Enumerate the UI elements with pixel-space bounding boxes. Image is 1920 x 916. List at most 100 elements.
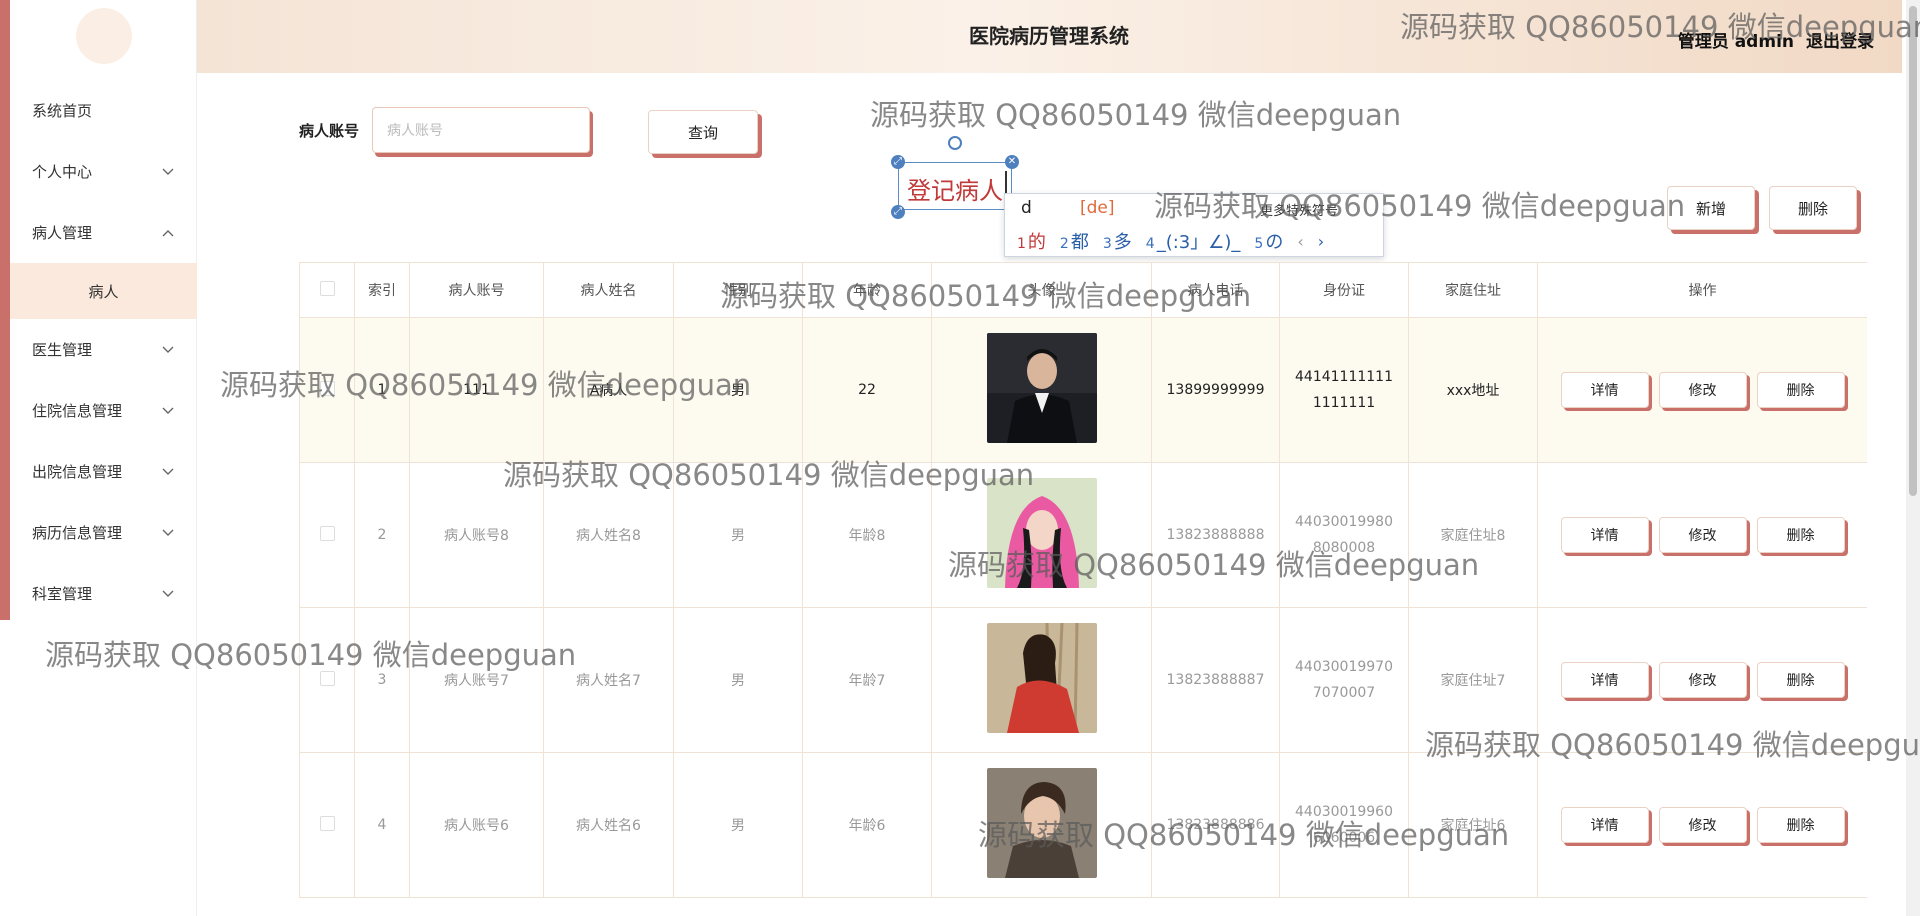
top-header: 医院病历管理系统 管理员 admin 退出登录: [197, 0, 1902, 73]
detail-button[interactable]: 详情: [1560, 517, 1649, 553]
patient-photo[interactable]: [986, 333, 1097, 443]
query-button[interactable]: 查询: [648, 110, 758, 154]
batch-delete-button[interactable]: 删除: [1769, 186, 1857, 230]
column-header[interactable]: 病人账号: [409, 262, 544, 318]
edit-button[interactable]: 修改: [1658, 372, 1747, 408]
patient-table: 索引 病人账号 病人姓名 性别 年龄 头像 病人电话 身份证 家庭住址 操作 1…: [299, 262, 1867, 916]
edit-button[interactable]: 修改: [1658, 517, 1747, 553]
ime-candidate[interactable]: 2都: [1060, 228, 1089, 254]
table-row[interactable]: 1 111 A病人 男 22 13899999999 44141111111 1…: [299, 317, 1867, 463]
edit-button[interactable]: 修改: [1658, 662, 1747, 698]
ime-pinyin: [de]: [1080, 198, 1115, 218]
patient-photo[interactable]: [986, 768, 1097, 878]
cell-phone: 13823888888: [1151, 462, 1280, 608]
cell-age: 22: [802, 317, 932, 463]
ime-next-icon[interactable]: ›: [1318, 232, 1324, 251]
sidebar-menu: 系统首页 个人中心 病人管理 病人 医生管理 住院信息管理 出院信息管理 病历信…: [10, 80, 197, 624]
cell-address: 家庭住址8: [1408, 462, 1538, 608]
table-row[interactable]: 4 病人账号6 病人姓名6 男 年龄6 13823888886 44030019…: [299, 752, 1867, 898]
scrollbar-thumb[interactable]: [1909, 6, 1917, 496]
ime-candidate[interactable]: 5の: [1254, 228, 1283, 254]
ime-prev-icon[interactable]: ‹: [1297, 232, 1303, 251]
cell-address: xxx地址: [1408, 317, 1538, 463]
patient-photo[interactable]: [986, 623, 1097, 733]
cell-gender: 男: [673, 317, 803, 463]
sidebar-item-label: 出院信息管理: [32, 463, 123, 481]
delete-button[interactable]: 删除: [1756, 807, 1845, 843]
select-all-checkbox[interactable]: [319, 280, 335, 296]
detail-button[interactable]: 详情: [1560, 662, 1649, 698]
column-header[interactable]: 病人电话: [1151, 262, 1280, 318]
chevron-down-icon: [161, 404, 175, 418]
row-checkbox[interactable]: [319, 525, 335, 541]
close-handle-icon[interactable]: ✕: [1005, 155, 1019, 169]
sidebar-item-inpatient-info[interactable]: 住院信息管理: [10, 380, 197, 441]
row-checkbox[interactable]: [319, 815, 335, 831]
register-patient-textbox[interactable]: 登记病人: [898, 162, 1012, 210]
ime-candidate[interactable]: 1的: [1017, 228, 1046, 254]
select-all-cell: [299, 262, 355, 318]
ime-more-symbols[interactable]: 更多特殊符号: [1260, 200, 1338, 219]
cell-photo: [931, 752, 1152, 898]
sidebar-item-patient-management[interactable]: 病人管理: [10, 202, 197, 263]
row-checkbox[interactable]: [319, 380, 335, 396]
cell-index: 1: [354, 317, 410, 463]
detail-button[interactable]: 详情: [1560, 807, 1649, 843]
sidebar-subitem-patient[interactable]: 病人: [10, 263, 197, 319]
cell-id-card: 44030019980 8080008: [1279, 462, 1409, 608]
cell-index: 3: [354, 607, 410, 753]
delete-button[interactable]: 删除: [1756, 372, 1845, 408]
cell-phone: 13823888887: [1151, 607, 1280, 753]
edit-button[interactable]: 修改: [1658, 807, 1747, 843]
rotate-handle-icon[interactable]: [948, 136, 962, 150]
table-row[interactable]: 2 病人账号8 病人姓名8 男 年龄8 13823888888 44030019…: [299, 462, 1867, 608]
sidebar-item-medical-record[interactable]: 病历信息管理: [10, 502, 197, 563]
search-input[interactable]: [372, 107, 590, 153]
column-header[interactable]: 家庭住址: [1408, 262, 1538, 318]
cell-account: 病人账号6: [409, 752, 544, 898]
cell-id-card: 44141111111 1111111: [1279, 317, 1409, 463]
chevron-down-icon: [161, 587, 175, 601]
sidebar-item-department[interactable]: 科室管理: [10, 563, 197, 624]
cell-actions: 详情 修改 删除: [1537, 752, 1867, 898]
chevron-down-icon: [161, 165, 175, 179]
column-header[interactable]: 病人姓名: [543, 262, 674, 318]
cell-address: 家庭住址6: [1408, 752, 1538, 898]
sidebar-item-discharge-info[interactable]: 出院信息管理: [10, 441, 197, 502]
detail-button[interactable]: 详情: [1560, 372, 1649, 408]
column-header[interactable]: 年龄: [802, 262, 932, 318]
page-title: 医院病历管理系统: [969, 24, 1129, 48]
cell-index: 2: [354, 462, 410, 608]
sidebar-item-home[interactable]: 系统首页: [10, 80, 197, 141]
sidebar-item-label: 病历信息管理: [32, 524, 123, 542]
cell-gender: 男: [673, 462, 803, 608]
page-scrollbar[interactable]: [1906, 0, 1920, 916]
resize-handle-icon[interactable]: ⤢: [891, 205, 905, 219]
column-header[interactable]: 身份证: [1279, 262, 1409, 318]
column-header[interactable]: 头像: [931, 262, 1152, 318]
ime-candidate[interactable]: 4 _(:3」∠)_: [1146, 228, 1241, 254]
row-checkbox[interactable]: [319, 670, 335, 686]
cell-phone: 13899999999: [1151, 317, 1280, 463]
ime-candidate[interactable]: 3多: [1103, 228, 1132, 254]
column-header[interactable]: 索引: [354, 262, 410, 318]
cell-index: 4: [354, 752, 410, 898]
delete-button[interactable]: 删除: [1756, 517, 1845, 553]
cell-photo: [931, 607, 1152, 753]
cell-age: 年龄6: [802, 752, 932, 898]
sidebar-item-personal-center[interactable]: 个人中心: [10, 141, 197, 202]
delete-button[interactable]: 删除: [1756, 662, 1845, 698]
cell-account: 病人账号7: [409, 607, 544, 753]
chevron-down-icon: [161, 465, 175, 479]
sidebar-item-doctor-management[interactable]: 医生管理: [10, 319, 197, 380]
sidebar-item-label: 住院信息管理: [32, 402, 123, 420]
sidebar-item-label: 系统首页: [32, 102, 93, 120]
column-header[interactable]: 性别: [673, 262, 803, 318]
logout-link[interactable]: 退出登录: [1806, 27, 1874, 52]
avatar[interactable]: [76, 8, 132, 64]
cell-account: 病人账号8: [409, 462, 544, 608]
table-row[interactable]: 3 病人账号7 病人姓名7 男 年龄7 13823888887 44030019…: [299, 607, 1867, 753]
add-button[interactable]: 新增: [1667, 186, 1755, 230]
resize-handle-icon[interactable]: ⤢: [891, 155, 905, 169]
patient-photo[interactable]: [986, 478, 1097, 588]
